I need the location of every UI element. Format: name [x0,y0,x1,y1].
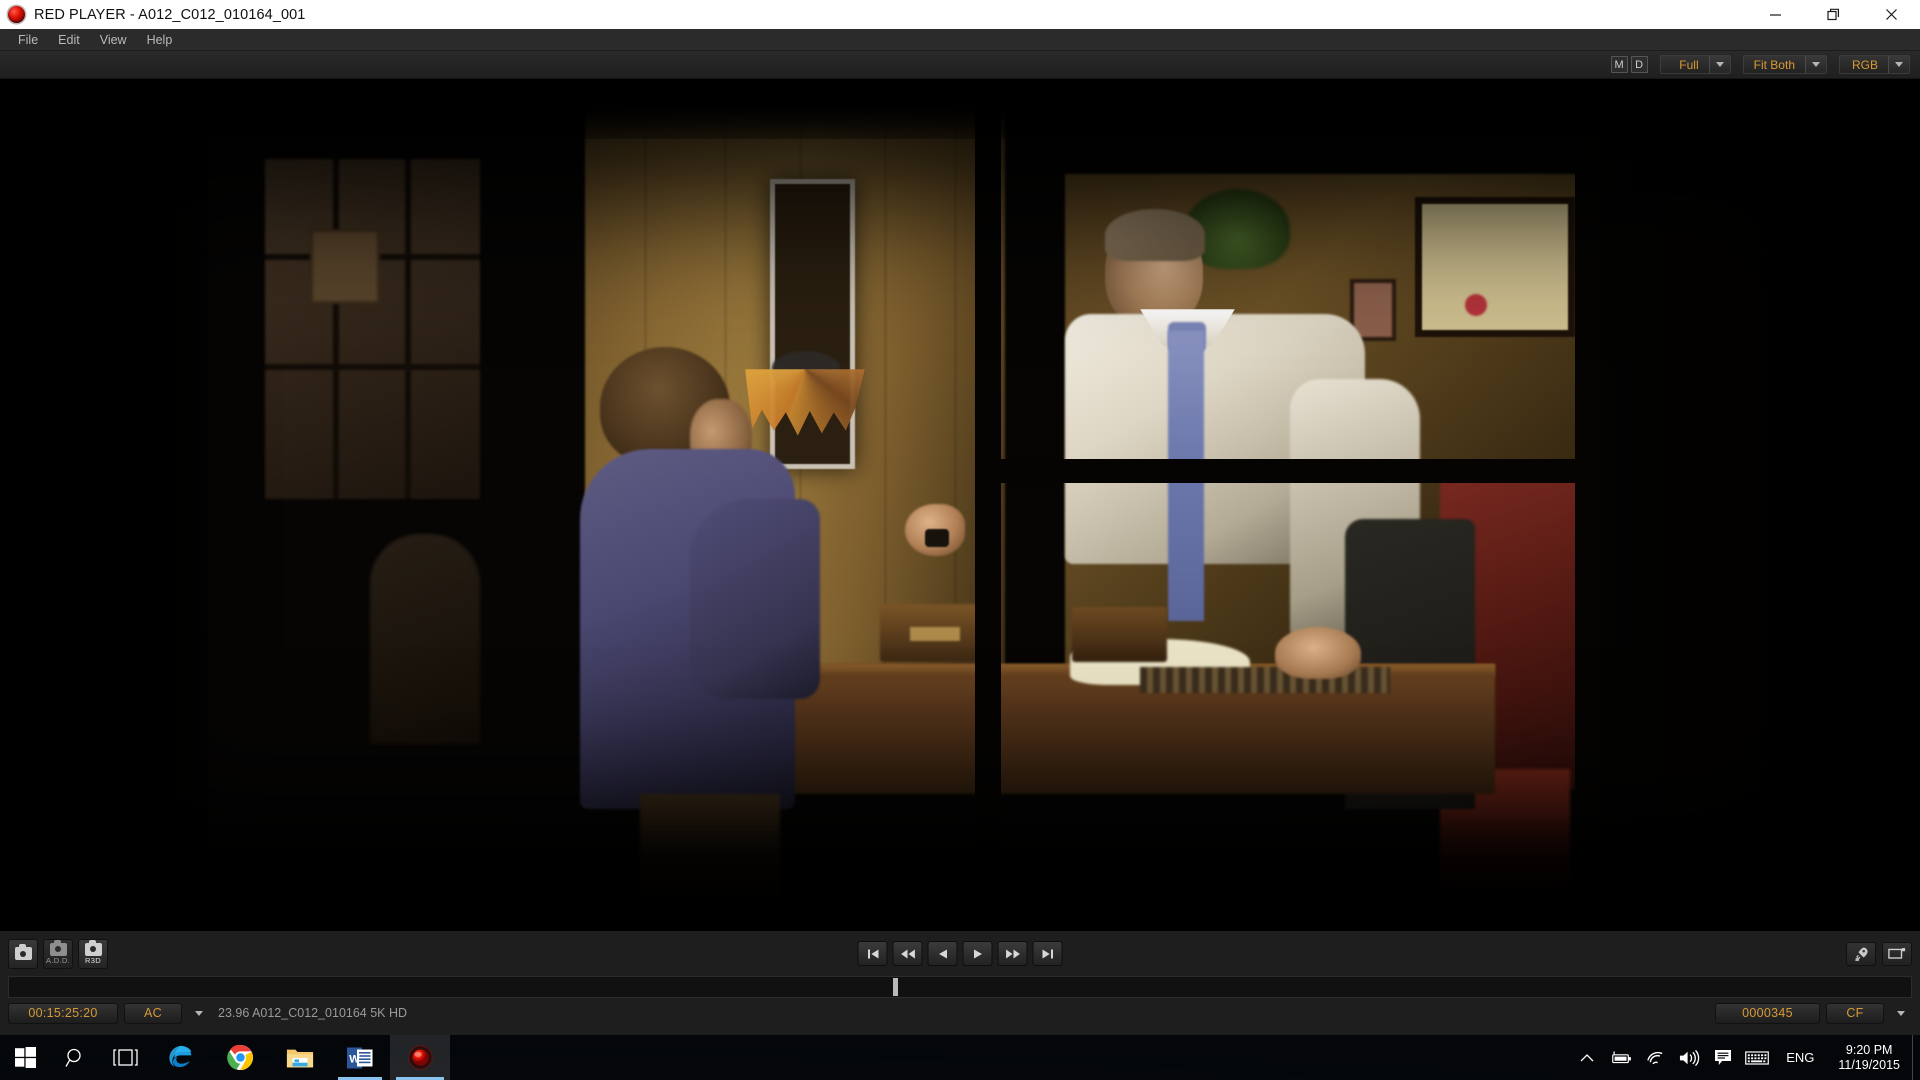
fullscreen-button[interactable] [1882,941,1912,966]
chevron-down-icon[interactable] [1888,56,1909,73]
play-button[interactable] [962,941,993,966]
task-view-icon [112,1049,138,1066]
snapshot-r3d-label: R3D [85,955,101,965]
fast-forward-button[interactable] [997,941,1028,966]
channel-select[interactable]: RGB [1839,55,1910,74]
snapshot-add-label: A.D.D. [46,955,70,965]
windows-logo-icon [14,1047,36,1068]
go-to-start-button[interactable] [857,941,888,966]
restore-icon[interactable] [1804,0,1862,29]
scene-vignette [0,79,1920,931]
action-center-button[interactable] [1706,1035,1740,1080]
wifi-icon [1646,1051,1663,1064]
folder-icon [286,1049,314,1067]
transport-buttons [857,941,1063,966]
minimize-icon[interactable] [1746,0,1804,29]
show-hidden-icons-button[interactable] [1570,1035,1604,1080]
search-button[interactable] [50,1035,100,1080]
svg-text:W: W [349,1053,360,1065]
menu-bar: File Edit View Help [0,29,1920,51]
menu-item-file[interactable]: File [8,31,48,49]
chevron-down-icon[interactable] [1890,1003,1912,1024]
chevron-down-icon[interactable] [1708,56,1730,73]
chevron-down-icon[interactable] [1805,56,1826,73]
camera-icon [84,939,102,956]
menu-item-help[interactable]: Help [137,31,183,49]
snapshot-group: A.D.D. R3D [8,938,108,969]
gpu-accel-button[interactable] [1846,941,1876,966]
monitor-toggle[interactable]: M [1610,56,1628,73]
fit-select[interactable]: Fit Both [1742,55,1827,74]
window-title: RED PLAYER - A012_C012_010164_001 [34,6,306,23]
snapshot-r3d-button[interactable]: R3D [78,938,108,969]
video-viewport[interactable] [0,79,1920,931]
chrome-button[interactable] [210,1035,270,1080]
word-button[interactable]: W [330,1035,390,1080]
display-toggle-group: M D [1610,56,1648,73]
clock-date: 11/19/2015 [1838,1057,1900,1072]
red-player-button[interactable] [390,1035,450,1080]
red-sphere-logo-icon [407,1045,433,1070]
status-row: 00:15:25:20 AC 23.96 A012_C012_010164 5K… [0,998,1920,1028]
edge-button[interactable] [150,1035,210,1080]
show-desktop-button[interactable] [1912,1035,1920,1080]
channel-select-value: RGB [1851,57,1878,72]
touch-keyboard-button[interactable] [1740,1035,1774,1080]
playhead-handle[interactable] [893,978,898,996]
network-status-button[interactable] [1638,1035,1672,1080]
close-icon[interactable] [1862,0,1920,29]
timecode-field[interactable]: 00:15:25:20 [8,1002,118,1024]
camera-icon [49,939,67,956]
clip-info-label: 23.96 A012_C012_010164 5K HD [218,1006,408,1020]
search-icon [64,1048,81,1067]
volume-control-button[interactable] [1672,1035,1706,1080]
view-toolbar: M D Full Fit Both RGB [0,51,1920,79]
battery-status-button[interactable] [1604,1035,1638,1080]
edge-icon [168,1045,191,1068]
quality-select[interactable]: Full [1659,55,1731,74]
clock-time: 9:20 PM [1845,1042,1893,1057]
menu-item-edit[interactable]: Edit [48,31,90,49]
chevron-down-icon[interactable] [188,1003,210,1024]
compact-flash-select[interactable]: CF [1826,1002,1884,1024]
notification-icon [1715,1050,1732,1065]
frame-number-field[interactable]: 0000345 [1715,1002,1820,1024]
file-explorer-button[interactable] [270,1035,330,1080]
red-sphere-logo-icon [8,6,25,23]
debayer-toggle[interactable]: D [1630,56,1648,73]
rewind-button[interactable] [892,941,923,966]
chevron-up-icon [1580,1053,1594,1061]
snapshot-add-button[interactable]: A.D.D. [43,938,73,969]
fit-select-value: Fit Both [1753,57,1795,72]
status-right-group: 0000345 CF [1715,1002,1912,1024]
player-controls-panel: A.D.D. R3D 00:15:25:20 AC 23.96 A012_C01… [0,931,1920,1035]
language-indicator[interactable]: ENG [1774,1050,1826,1065]
menu-item-view[interactable]: View [90,31,137,49]
task-view-button[interactable] [100,1035,150,1080]
windows-taskbar: W ENG 9:20 PM 11/19/2015 [0,1035,1920,1080]
clock[interactable]: 9:20 PM 11/19/2015 [1826,1035,1912,1080]
word-icon: W [347,1047,373,1068]
start-button[interactable] [0,1035,50,1080]
chrome-icon [226,1044,253,1071]
transport-row: A.D.D. R3D [0,931,1920,976]
transport-right-buttons [1846,941,1912,966]
snapshot-button[interactable] [8,938,38,969]
window-controls [1746,0,1920,29]
battery-icon [1612,1050,1632,1063]
speaker-icon [1679,1049,1699,1066]
system-tray: ENG 9:20 PM 11/19/2015 [1570,1035,1920,1080]
title-bar: RED PLAYER - A012_C012_010164_001 [0,0,1920,29]
step-back-button[interactable] [927,941,958,966]
keyboard-icon [1745,1050,1770,1065]
audio-channel-select[interactable]: AC [124,1002,182,1024]
video-frame [0,79,1920,931]
camera-icon [14,944,32,960]
timeline-scrubber[interactable] [8,976,1912,998]
quality-select-value: Full [1679,57,1699,72]
go-to-end-button[interactable] [1032,941,1063,966]
red-player-window: RED PLAYER - A012_C012_010164_001 File E… [0,0,1920,1035]
